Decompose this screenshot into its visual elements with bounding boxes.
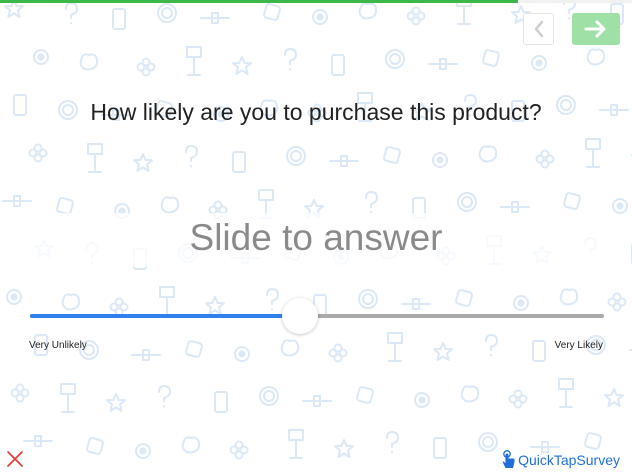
progress-bar-fill: [0, 0, 519, 3]
slider-min-label: Very Unlikely: [29, 340, 87, 351]
back-button[interactable]: [523, 13, 554, 45]
rating-slider[interactable]: [30, 298, 604, 334]
question-text: How likely are you to purchase this prod…: [90, 99, 542, 125]
slider-track-fill: [30, 314, 300, 318]
close-icon: [7, 451, 23, 467]
hand-tap-icon: [502, 450, 515, 468]
brand-name: QuickTapSurvey: [518, 452, 620, 468]
slider-thumb[interactable]: [281, 298, 318, 334]
next-button[interactable]: [572, 13, 620, 45]
arrow-right-icon: [584, 20, 606, 38]
close-button[interactable]: [6, 450, 24, 468]
progress-bar: [0, 0, 632, 3]
chevron-left-icon: [534, 20, 543, 38]
brand-logo: QuickTapSurvey: [502, 450, 620, 470]
slide-prompt: Slide to answer: [189, 217, 443, 258]
slider-max-label: Very Likely: [554, 340, 603, 351]
